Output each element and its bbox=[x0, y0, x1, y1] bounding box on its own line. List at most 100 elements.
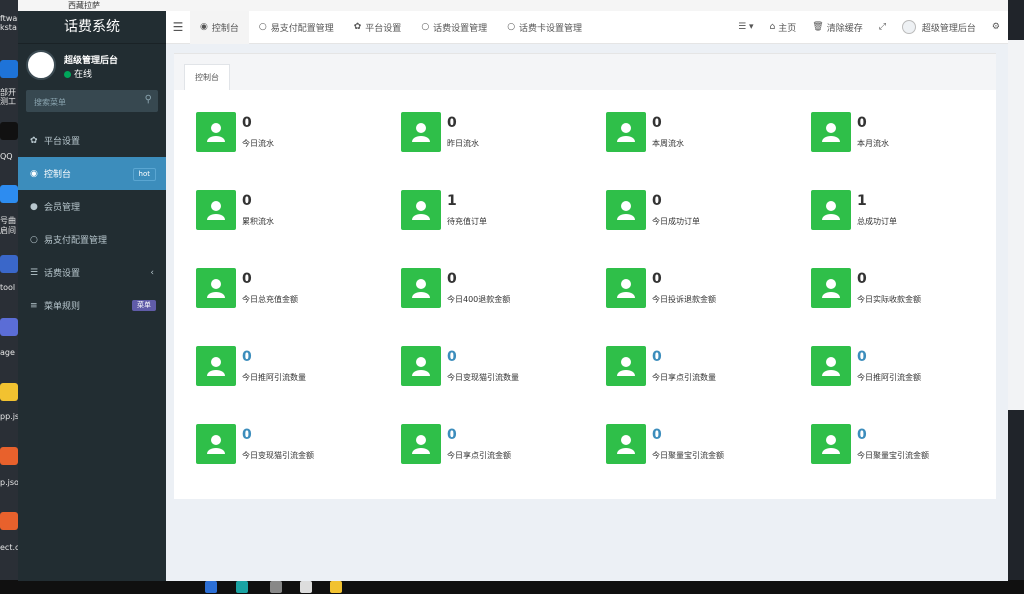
user-icon bbox=[401, 268, 441, 308]
stat-label: 今日总充值金额 bbox=[242, 295, 298, 304]
stat-label: 昨日流水 bbox=[447, 139, 479, 148]
tab-label: 话费卡设置管理 bbox=[519, 23, 583, 34]
tab-label: 控制台 bbox=[211, 23, 239, 34]
desktop-icon-label: QQ bbox=[0, 152, 13, 161]
panel-header: 控制台 bbox=[174, 54, 996, 90]
sidebar-item-label: 易支付配置管理 bbox=[44, 236, 108, 246]
circle-icon: ○ bbox=[258, 22, 267, 32]
stat-value: 0 bbox=[447, 427, 457, 443]
window-behind-edge bbox=[1006, 40, 1024, 410]
taskbar-app-icon[interactable] bbox=[236, 581, 248, 593]
sidebar-item-dashboard[interactable]: ◉ 控制台 hot bbox=[18, 157, 166, 190]
dashboard-icon: ◉ bbox=[30, 168, 38, 179]
stat-card: 0 今日变现猫引流金额 bbox=[196, 424, 386, 466]
app-shortcut-icon[interactable] bbox=[0, 60, 18, 78]
sidebar-toggle-icon[interactable]: ☰ bbox=[166, 20, 190, 34]
desktop-icon-label: p.jso bbox=[0, 478, 18, 487]
desktop-icon-label: ftwar bbox=[0, 14, 18, 23]
user-icon bbox=[196, 346, 236, 386]
stat-value: 0 bbox=[857, 349, 867, 365]
sidebar-item-platform-settings[interactable]: ✿ 平台设置 bbox=[18, 124, 166, 157]
sidebar-item-label: 会员管理 bbox=[44, 203, 81, 213]
qq-icon[interactable] bbox=[0, 122, 18, 140]
taskbar-app-icon[interactable] bbox=[270, 581, 282, 593]
user-icon bbox=[606, 346, 646, 386]
taskbar-app-icon[interactable] bbox=[205, 581, 217, 593]
search-input[interactable] bbox=[26, 91, 158, 114]
sidebar-item-label: 话费设置 bbox=[44, 269, 81, 279]
taskbar-app-icon[interactable] bbox=[300, 581, 312, 593]
sidebar: 话费系统 超级管理后台 在线 ⚲ ✿ 平台设置 ◉ 控制台 hot ● 会员管理 bbox=[18, 11, 166, 581]
window-behind-title: 西藏拉萨 bbox=[18, 0, 1008, 11]
stat-card: 0 今日实际收款金额 bbox=[811, 268, 1001, 310]
user-icon bbox=[401, 112, 441, 152]
stat-value: 0 bbox=[857, 115, 867, 131]
stat-value: 0 bbox=[447, 115, 457, 131]
dashboard-icon: ◉ bbox=[200, 22, 208, 32]
tab-dashboard[interactable]: ◉ 控制台 bbox=[190, 11, 249, 44]
tab-payment-config[interactable]: ○ 易支付配置管理 bbox=[249, 11, 344, 44]
panel-tab-dashboard[interactable]: 控制台 bbox=[184, 64, 230, 90]
circle-icon: ○ bbox=[507, 22, 516, 32]
sidebar-item-menu-rules[interactable]: ≡ 菜单规则 菜单 bbox=[18, 289, 166, 322]
stat-card: 1 待充值订单 bbox=[401, 190, 591, 232]
firefox-icon[interactable] bbox=[0, 447, 18, 465]
tab-recharge-settings[interactable]: ○ 话费设置管理 bbox=[411, 11, 497, 44]
stat-label: 今日变现猫引流数量 bbox=[447, 373, 519, 382]
admin-app-window: 话费系统 超级管理后台 在线 ⚲ ✿ 平台设置 ◉ 控制台 hot ● 会员管理 bbox=[18, 11, 1008, 581]
home-link[interactable]: ⌂ 主页 bbox=[762, 11, 805, 44]
stat-label: 本月流水 bbox=[857, 139, 889, 148]
menu-icon: ≡ bbox=[30, 300, 38, 311]
tabs-dropdown-button[interactable]: ☰ ▾ bbox=[730, 11, 761, 44]
stat-label: 今日400退款金额 bbox=[447, 295, 511, 304]
taskbar bbox=[0, 580, 1024, 594]
stat-value: 0 bbox=[447, 271, 457, 287]
stat-value: 0 bbox=[242, 427, 252, 443]
app-shortcut-icon[interactable] bbox=[0, 255, 18, 273]
stat-label: 今日成功订单 bbox=[652, 217, 700, 226]
desktop-icon-label: 启间 bbox=[0, 226, 16, 235]
search-icon[interactable]: ⚲ bbox=[145, 94, 152, 105]
fullscreen-button[interactable]: ⤢ bbox=[871, 11, 894, 44]
home-label: 主页 bbox=[778, 23, 797, 34]
sidebar-menu: ✿ 平台设置 ◉ 控制台 hot ● 会员管理 ○ 易支付配置管理 ☰ 话费设置… bbox=[18, 124, 166, 322]
sidebar-item-recharge-settings[interactable]: ☰ 话费设置 ‹ bbox=[18, 256, 166, 289]
user-icon bbox=[606, 112, 646, 152]
stat-card: 0 今日享点引流数量 bbox=[606, 346, 796, 388]
stat-card: 0 今日推阿引流金额 bbox=[811, 346, 1001, 388]
stat-value: 0 bbox=[652, 349, 662, 365]
settings-button[interactable]: ⚙ bbox=[984, 11, 1008, 44]
expand-icon: ⤢ bbox=[878, 22, 886, 32]
user-status-text: 在线 bbox=[74, 70, 93, 80]
stat-card: 0 本月流水 bbox=[811, 112, 1001, 154]
user-panel: 超级管理后台 在线 bbox=[18, 44, 166, 90]
app-shortcut-icon[interactable] bbox=[0, 185, 18, 203]
stat-label: 总成功订单 bbox=[857, 217, 897, 226]
gears-icon: ⚙ bbox=[991, 22, 1000, 32]
circle-icon: ○ bbox=[30, 234, 38, 245]
tab-label: 平台设置 bbox=[365, 23, 402, 34]
stat-value: 0 bbox=[652, 271, 662, 287]
app-shortcut-icon[interactable] bbox=[0, 318, 18, 336]
sidebar-item-payment-config[interactable]: ○ 易支付配置管理 bbox=[18, 223, 166, 256]
stat-value: 0 bbox=[652, 427, 662, 443]
sidebar-item-label: 平台设置 bbox=[44, 137, 81, 147]
clear-cache-button[interactable]: 🗑 清除缓存 bbox=[804, 11, 870, 44]
avatar bbox=[901, 20, 916, 34]
admin-user-menu[interactable]: 超级管理后台 bbox=[894, 11, 984, 44]
taskbar-app-icon[interactable] bbox=[330, 581, 342, 593]
stat-label: 今日投诉退款金额 bbox=[652, 295, 716, 304]
tab-card-settings[interactable]: ○ 话费卡设置管理 bbox=[497, 11, 592, 44]
firefox-icon[interactable] bbox=[0, 512, 18, 530]
sidebar-item-members[interactable]: ● 会员管理 bbox=[18, 190, 166, 223]
stat-value: 0 bbox=[242, 115, 252, 131]
stat-card: 0 累积流水 bbox=[196, 190, 386, 232]
gear-icon: ✿ bbox=[353, 22, 362, 32]
brand-title[interactable]: 话费系统 bbox=[18, 11, 166, 44]
tab-platform-settings[interactable]: ✿ 平台设置 bbox=[344, 11, 412, 44]
desktop-icon-label: 号曲 bbox=[0, 216, 16, 225]
file-icon[interactable] bbox=[0, 383, 18, 401]
stat-card: 0 今日聚量宝引流金额 bbox=[606, 424, 796, 466]
user-status: 在线 bbox=[64, 67, 92, 80]
home-icon: ⌂ bbox=[769, 22, 776, 32]
